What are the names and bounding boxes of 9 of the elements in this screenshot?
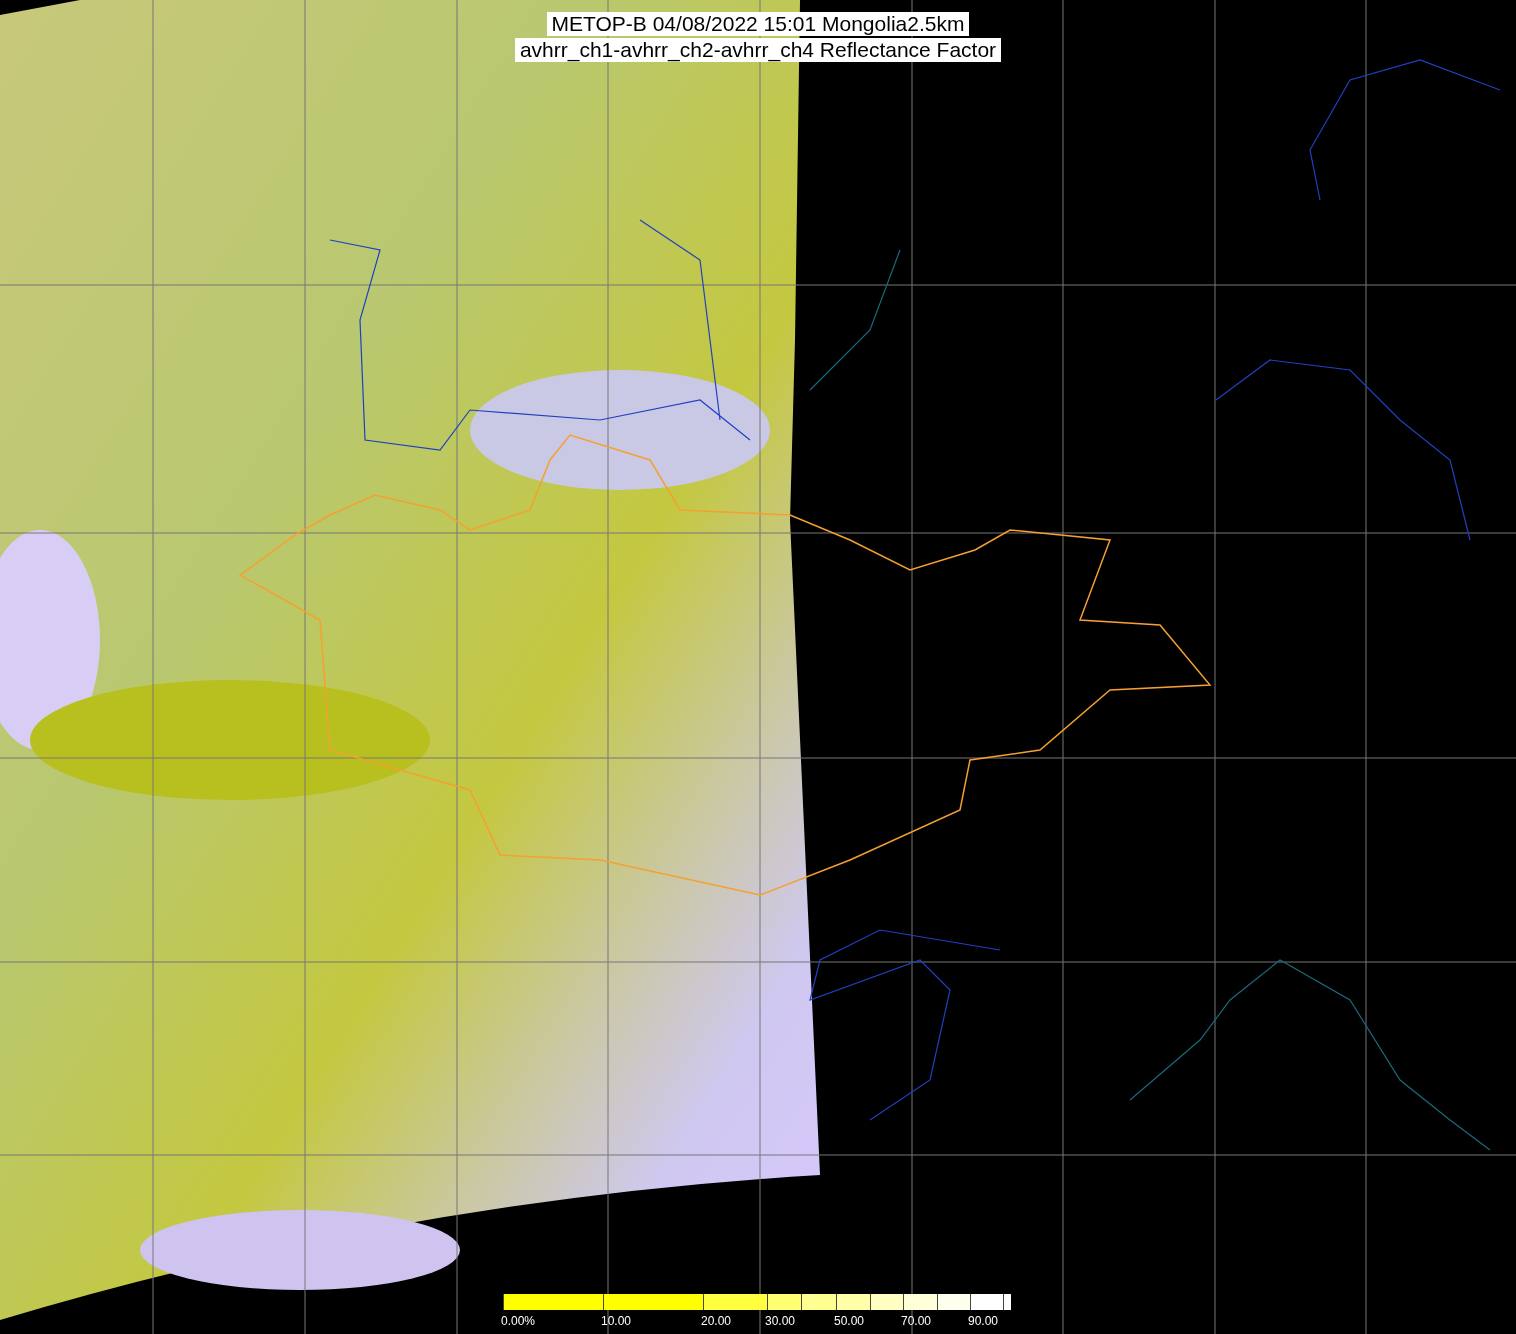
scale-tick-label: 0.00% bbox=[501, 1314, 536, 1328]
scale-tick-label: 30.00 bbox=[765, 1314, 796, 1328]
scale-tick-label: 50.00 bbox=[834, 1314, 865, 1328]
scale-tick-label: 70.00 bbox=[901, 1314, 932, 1328]
scale-tick-label: 20.00 bbox=[701, 1314, 732, 1328]
scale-tick-label: 10.00 bbox=[601, 1314, 632, 1328]
map-title: avhrr_ch1-avhrr_ch2-avhrr_ch4 Reflectance Factor bbox=[514, 38, 1002, 62]
scale-tick-label: 90.00 bbox=[968, 1314, 999, 1328]
map-title: METOP-B 04/08/2022 15:01 Mongolia2.5km bbox=[546, 12, 970, 36]
